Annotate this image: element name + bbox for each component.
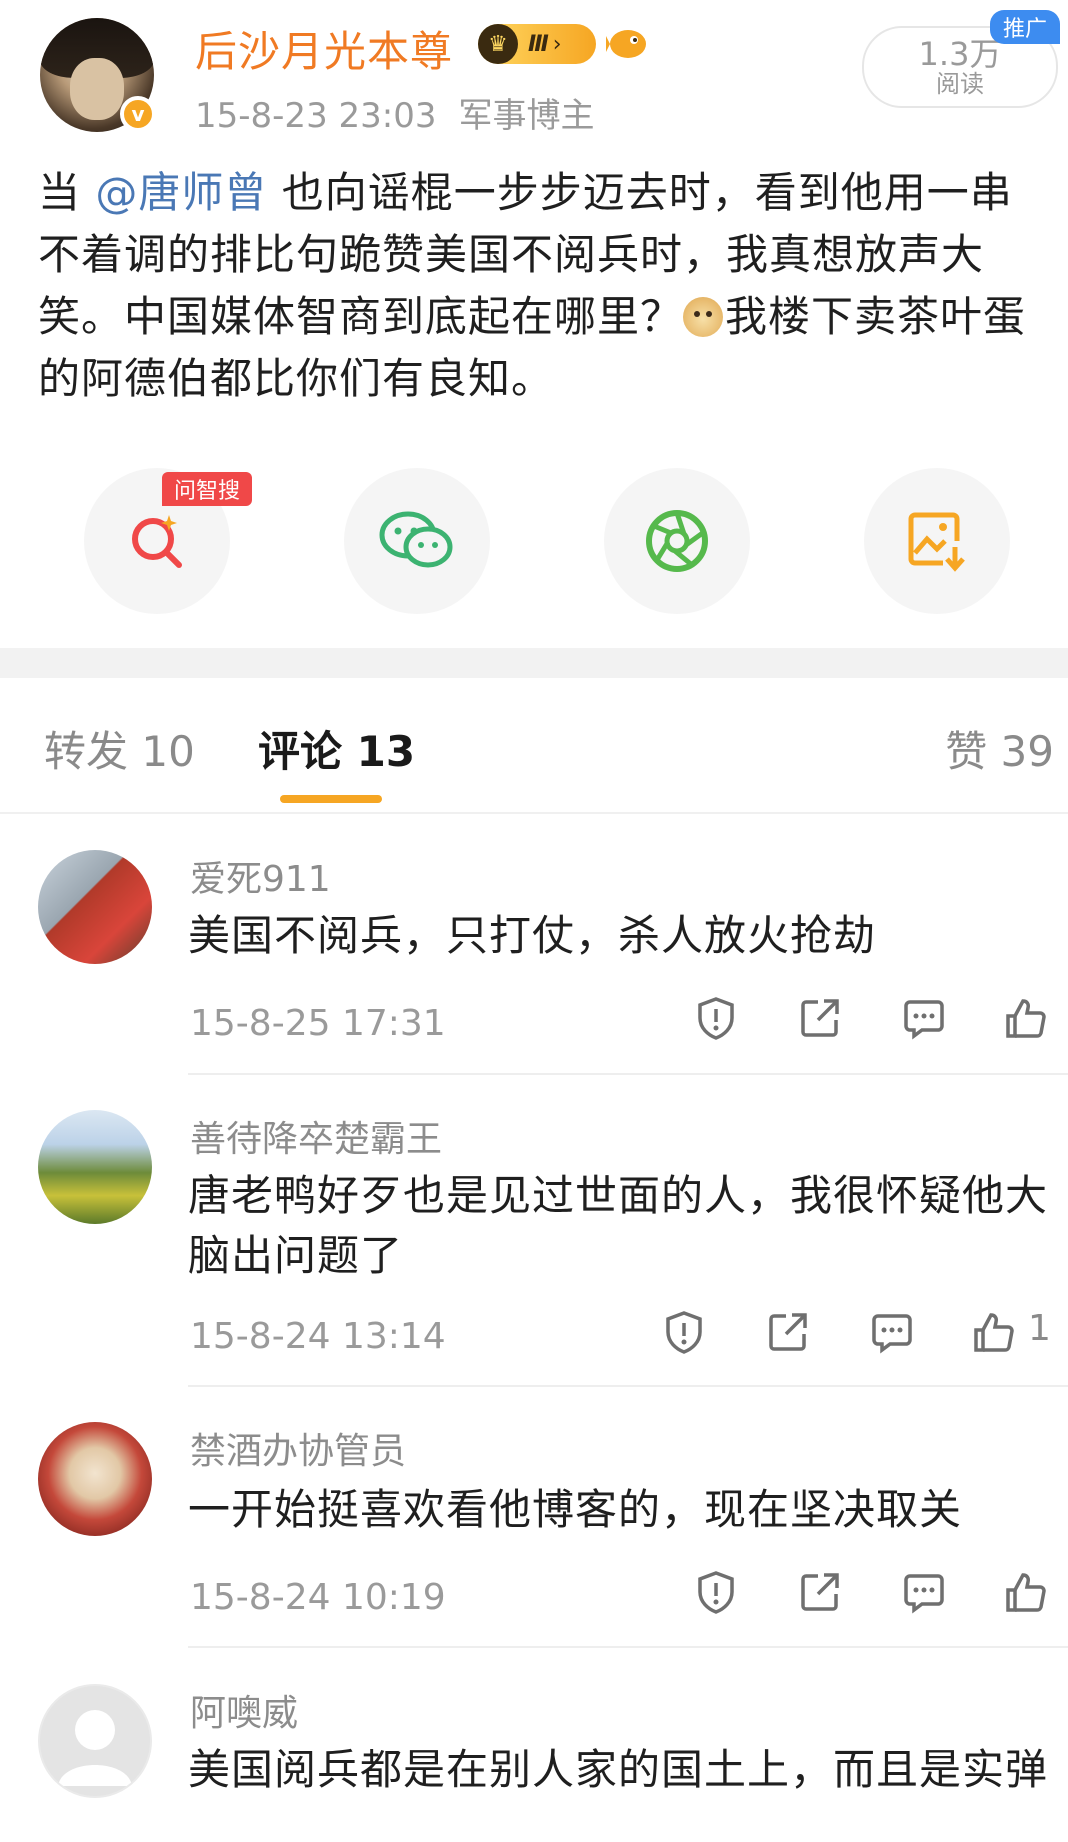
post-meta: 15-8-23 23:03 军事博主: [195, 88, 595, 137]
comment-separator: [188, 1385, 1068, 1387]
comment-time: 15-8-24 13:14: [190, 1316, 446, 1357]
post-timestamp: 15-8-23 23:03: [195, 96, 437, 136]
share-wechat-button[interactable]: [344, 468, 490, 614]
read-label: 阅读: [936, 70, 984, 98]
like-icon[interactable]: [1004, 996, 1048, 1040]
share-moments-button[interactable]: [604, 468, 750, 614]
comment-avatar[interactable]: [38, 850, 152, 964]
member-level: Ⅲ: [528, 31, 549, 57]
comment-time: 15-8-24 10:19: [190, 1577, 446, 1618]
member-crown-badge[interactable]: ♛ Ⅲ ›: [478, 24, 596, 64]
author-category: 军事博主: [458, 96, 595, 136]
author-name[interactable]: 后沙月光本尊: [195, 18, 453, 79]
comment-avatar[interactable]: [38, 1684, 152, 1798]
wechat-icon: [379, 511, 453, 568]
default-user-icon: [58, 1710, 132, 1786]
doge-emoji-icon: [683, 297, 724, 337]
comment-avatar[interactable]: [38, 1422, 152, 1536]
ai-search-tag: 问智搜: [162, 472, 252, 506]
like-icon[interactable]: [972, 1310, 1016, 1354]
report-icon[interactable]: [662, 1310, 706, 1354]
comment-author[interactable]: 爱死911: [190, 850, 331, 902]
comment-author[interactable]: 禁酒办协管员: [190, 1422, 406, 1474]
chevron-right-icon: ›: [552, 31, 562, 57]
comment-text: 美国阅兵都是在别人家的国土上，而且是实弹: [188, 1745, 1049, 1794]
share-icon[interactable]: [798, 996, 842, 1040]
tab-bar-border: [0, 812, 1068, 814]
report-icon[interactable]: [694, 1570, 738, 1614]
post-text: 当 @唐师曾 也向谣棍一步步迈去时，看到他用一串不着调的排比句跪赞美国不阅兵时，…: [38, 162, 1038, 410]
comment-avatar[interactable]: [38, 1110, 152, 1224]
read-count: 1.3万: [918, 35, 1002, 73]
like-count: 1: [1028, 1308, 1051, 1349]
tab-comment[interactable]: 评论 13: [258, 718, 415, 779]
share-icon[interactable]: [766, 1310, 810, 1354]
section-divider: [0, 648, 1068, 678]
search-icon: [132, 515, 182, 568]
report-icon[interactable]: [694, 996, 738, 1040]
crown-icon: ♛: [478, 24, 518, 64]
active-tab-indicator: [280, 795, 382, 803]
save-image-button[interactable]: [864, 468, 1010, 614]
comment-author[interactable]: 阿噢威: [190, 1684, 298, 1736]
mention-link[interactable]: @唐师曾: [95, 168, 267, 217]
share-icon[interactable]: [798, 1570, 842, 1614]
tab-like[interactable]: 赞 39: [945, 718, 1054, 779]
image-download-icon: [908, 512, 965, 572]
comment-icon[interactable]: [902, 1570, 946, 1614]
comment-text: 唐老鸭好歹也是见过世面的人，我很怀疑他大脑出问题了: [188, 1171, 1049, 1280]
fan-badge-icon[interactable]: [606, 24, 650, 64]
comment-author[interactable]: 善待降卒楚霸王: [190, 1110, 442, 1162]
comment-separator: [188, 1073, 1068, 1075]
comment-text: 美国不阅兵，只打仗，杀人放火抢劫: [188, 911, 877, 960]
comment-separator: [188, 1646, 1068, 1648]
promo-tag[interactable]: 推广: [990, 10, 1060, 44]
tab-repost[interactable]: 转发 10: [44, 718, 195, 779]
comment-text: 一开始挺喜欢看他博客的，现在坚决取关: [188, 1485, 963, 1534]
comment-icon[interactable]: [870, 1310, 914, 1354]
like-icon[interactable]: [1004, 1570, 1048, 1614]
moments-aperture-icon: [646, 510, 708, 572]
comment-icon[interactable]: [902, 996, 946, 1040]
verified-badge-icon: v: [120, 96, 156, 132]
comment-time: 15-8-25 17:31: [190, 1003, 446, 1044]
post-text-prefix: 当: [38, 168, 96, 217]
